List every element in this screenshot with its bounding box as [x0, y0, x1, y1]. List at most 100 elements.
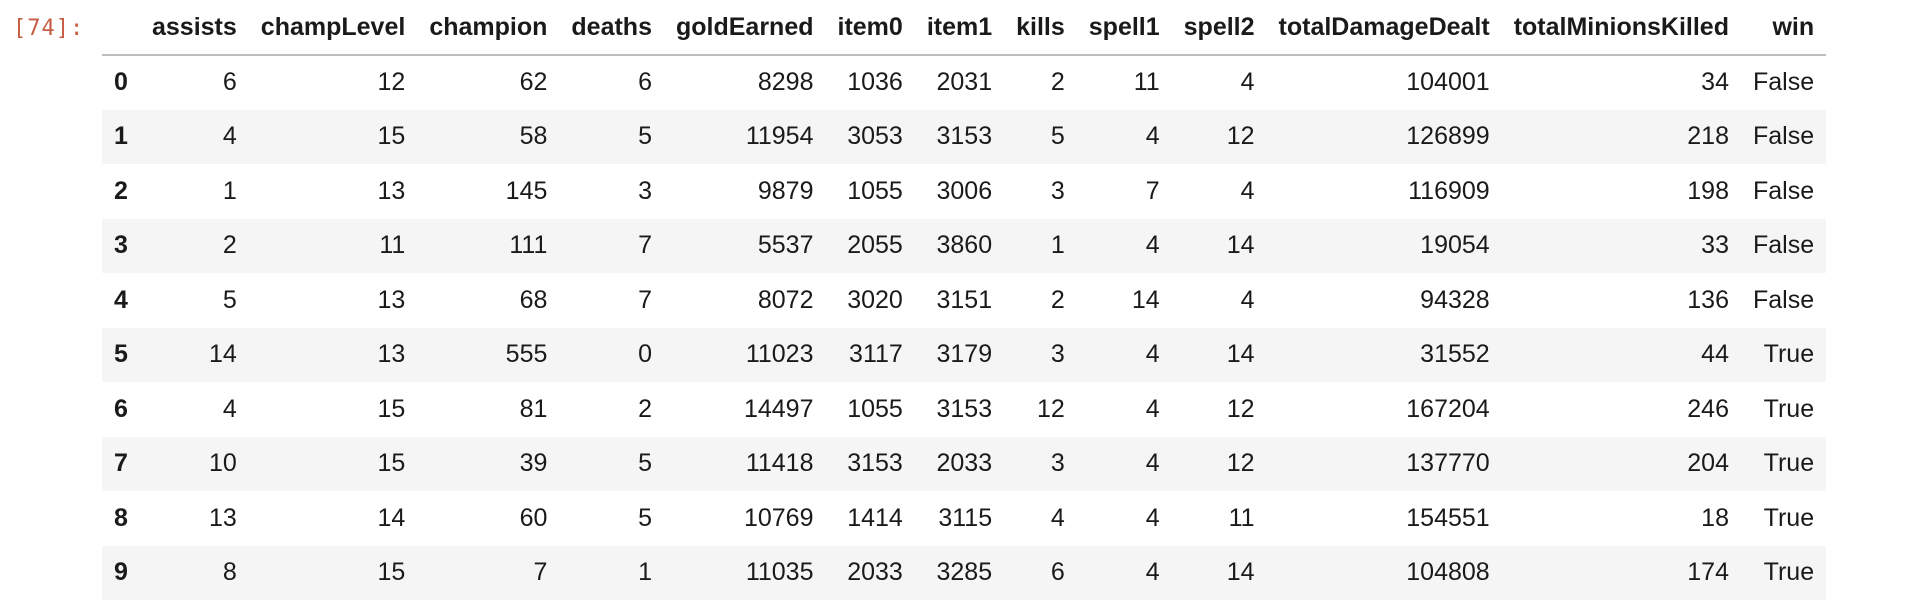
table-cell: 1055	[847, 394, 903, 423]
table-cell: 2	[1050, 68, 1065, 97]
table-cell: False	[1752, 285, 1815, 314]
table-cell: 145	[505, 176, 548, 205]
table-cell: 167204	[1406, 394, 1490, 423]
table-cell: 81	[519, 394, 548, 423]
index-header	[102, 0, 140, 56]
table-cell: 2033	[847, 558, 903, 587]
table-cell: 94328	[1420, 285, 1490, 314]
column-header: goldEarned	[663, 0, 826, 56]
table-cell: 3006	[936, 176, 993, 205]
table-body: 0 6 12 62 6 8298 1036 2031 2 11 4 104001 34 False 1 4 15…	[102, 55, 1827, 600]
table-cell: 3153	[936, 122, 993, 151]
column-header: item1	[914, 0, 1005, 56]
table-cell: 13	[377, 176, 406, 205]
table-cell: 14	[1226, 558, 1255, 587]
table-cell: 14	[1226, 231, 1255, 260]
table-cell: 126899	[1406, 122, 1490, 151]
table-cell: 58	[519, 122, 548, 151]
table-cell: 4	[1050, 503, 1065, 532]
table-cell: 33	[1701, 231, 1729, 260]
table-cell: 136	[1687, 285, 1729, 314]
table-cell: 15	[377, 122, 406, 151]
table-row: 5 14 13 555 0 11023 3117 3179 3 4 14 31552 44 True	[102, 327, 1827, 382]
table-cell: 2	[222, 231, 237, 260]
table-row: 1 4 15 58 5 11954 3053 3153 5 4 12 126899 218 False	[102, 109, 1827, 164]
table-cell: 1	[222, 176, 237, 205]
table-cell: 1055	[847, 176, 903, 205]
table-cell: 7	[533, 558, 548, 587]
column-header: totalDamageDealt	[1266, 0, 1502, 56]
notebook-output-cell: [74]: assists champLevel champion deaths…	[0, 0, 1914, 616]
table-cell: 2055	[847, 231, 903, 260]
execution-count-prompt: [74]:	[13, 16, 85, 41]
table-cell: 11418	[745, 449, 814, 478]
table-cell: False	[1752, 231, 1815, 260]
table-cell: 555	[505, 340, 548, 369]
dataframe-table: assists champLevel champion deaths goldE…	[102, 0, 1827, 600]
table-cell: 0	[638, 340, 652, 369]
table-cell: 2	[638, 394, 652, 423]
row-index: 8	[114, 503, 128, 532]
table-cell: 2031	[936, 68, 993, 97]
column-header: spell1	[1076, 0, 1172, 56]
table-cell: 3053	[847, 122, 903, 151]
table-cell: 19054	[1420, 231, 1490, 260]
table-cell: 3	[1050, 176, 1065, 205]
table-cell: 2	[1050, 285, 1065, 314]
table-cell: True	[1763, 503, 1815, 532]
table-row: 7 10 15 39 5 11418 3153 2033 3 4 12 137770 204 True	[102, 436, 1827, 491]
table-row: 6 4 15 81 2 14497 1055 3153 12 4 12 167204 246 True	[102, 382, 1826, 437]
table-cell: 5	[1050, 122, 1065, 151]
table-cell: 12	[377, 68, 406, 97]
column-header: assists	[140, 0, 249, 56]
table-cell: 104001	[1406, 68, 1490, 97]
table-cell: 12	[1226, 449, 1255, 478]
table-cell: 5	[638, 122, 652, 151]
table-row: 0 6 12 62 6 8298 1036 2031 2 11 4 104001 34 False	[102, 55, 1826, 110]
column-header: kills	[1004, 0, 1077, 56]
table-cell: 3179	[936, 340, 993, 369]
column-header: win	[1740, 0, 1827, 56]
table-cell: 5	[222, 285, 237, 314]
table-cell: 4	[1145, 340, 1160, 369]
table-cell: 3153	[847, 449, 903, 478]
table-cell: 4	[1145, 394, 1160, 423]
table-cell: 12	[1036, 394, 1065, 423]
column-header: item0	[825, 0, 915, 56]
table-cell: True	[1763, 449, 1815, 478]
table-cell: 4	[1145, 558, 1160, 587]
table-cell: 11	[379, 231, 406, 260]
table-cell: 204	[1687, 449, 1729, 478]
row-index: 0	[114, 68, 128, 97]
table-cell: 14	[1131, 285, 1160, 314]
table-cell: 11035	[745, 558, 814, 587]
table-cell: 2033	[936, 449, 993, 478]
table-cell: 60	[519, 503, 548, 532]
table-cell: 111	[509, 231, 548, 260]
table-cell: 4	[222, 122, 237, 151]
table-cell: 4	[1240, 68, 1255, 97]
table-cell: 3860	[936, 231, 993, 260]
table-cell: 1036	[847, 68, 903, 97]
table-cell: 3115	[938, 503, 993, 532]
row-index: 9	[114, 558, 128, 587]
table-cell: 3151	[936, 285, 993, 314]
table-cell: 3117	[849, 340, 903, 369]
table-cell: 18	[1701, 503, 1729, 532]
row-index: 2	[114, 176, 128, 205]
column-header: champion	[417, 0, 560, 56]
table-cell: 13	[377, 285, 406, 314]
column-header: spell2	[1171, 0, 1267, 56]
table-cell: 4	[1240, 285, 1255, 314]
table-cell: 1	[638, 558, 652, 587]
table-cell: 1414	[847, 503, 903, 532]
table-cell: 8298	[757, 68, 814, 97]
table-row: 8 13 14 60 5 10769 1414 3115 4 4 11 154551 18 True	[102, 491, 1826, 546]
column-header: deaths	[559, 0, 664, 56]
table-cell: 44	[1701, 340, 1729, 369]
table-cell: 7	[1145, 176, 1160, 205]
row-index: 7	[114, 449, 128, 478]
table-row: 3 2 11 111 7 5537 2055 3860 1 4 14 19054 33 False	[102, 218, 1827, 273]
table-cell: 31552	[1420, 340, 1490, 369]
table-cell: False	[1752, 122, 1815, 151]
